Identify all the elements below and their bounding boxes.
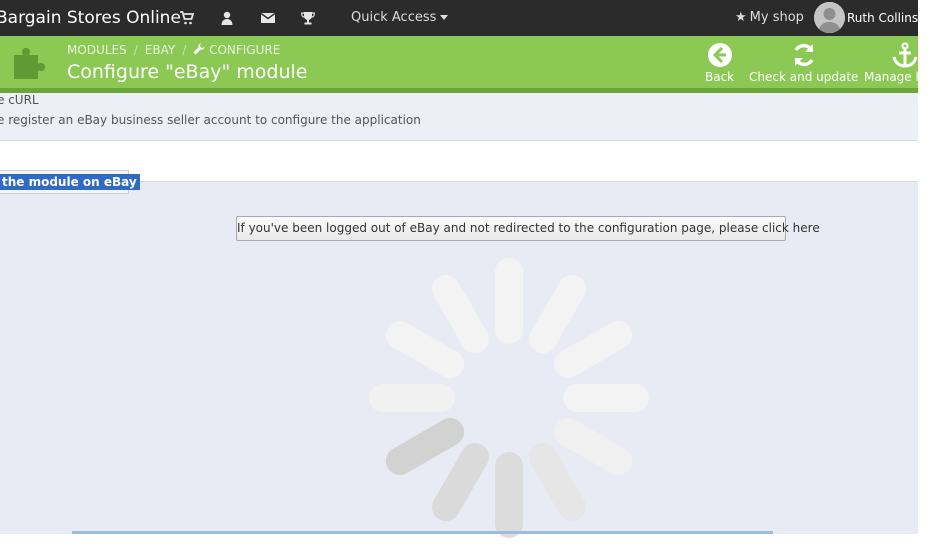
loading-spinner-icon (369, 258, 649, 538)
caret-down-icon (440, 15, 449, 20)
manage-hooks-button[interactable]: Manage h (864, 42, 918, 84)
check-and-update-label: Check and update (749, 70, 859, 84)
requirements-info: e cURL e register an eBay business selle… (0, 93, 918, 141)
back-button[interactable]: Back (705, 42, 734, 84)
window-edge (918, 0, 948, 534)
back-label: Back (705, 70, 735, 84)
envelope-icon[interactable] (261, 11, 275, 25)
quick-access-label: Quick Access (351, 10, 437, 25)
my-shop-link[interactable]: ★ My shop (735, 0, 804, 36)
star-icon: ★ (735, 10, 747, 25)
breadcrumb-modules[interactable]: MODULES (67, 43, 127, 57)
tab-register-module[interactable]: the module on eBay (0, 170, 140, 194)
my-shop-label: My shop (749, 10, 804, 25)
tab-label: the module on eBay (0, 174, 140, 190)
breadcrumb-separator: / (133, 43, 138, 57)
manage-hooks-label: Manage h (864, 70, 918, 84)
info-message: e register an eBay business seller accou… (0, 113, 421, 127)
cart-icon[interactable] (180, 11, 194, 25)
breadcrumb: MODULES / EBAY / CONFIGURE (67, 43, 280, 57)
spinner-segment (495, 258, 523, 344)
breadcrumb-ebay[interactable]: EBAY (145, 43, 175, 57)
breadcrumb-separator: / (182, 43, 187, 57)
breadcrumb-configure: CONFIGURE (209, 43, 281, 57)
trophy-icon[interactable] (301, 11, 315, 25)
redirect-configuration-button[interactable]: If you've been logged out of eBay and no… (236, 216, 820, 241)
check-and-update-button[interactable]: Check and update (749, 42, 858, 84)
puzzle-piece-icon (10, 41, 52, 83)
avatar[interactable] (814, 2, 845, 33)
refresh-icon (791, 42, 817, 68)
shop-name-link[interactable]: Bargain Stores Online (0, 0, 181, 36)
employee-name[interactable]: Ruth Collinson (847, 0, 918, 36)
wrench-icon (193, 43, 205, 57)
user-icon[interactable] (220, 11, 234, 25)
top-navbar: Bargain Stores Online Quick Access ★ My s… (0, 0, 918, 36)
spinner-segment (495, 452, 523, 538)
spinner-segment (563, 384, 649, 412)
anchor-icon (892, 42, 918, 68)
info-message: e cURL (0, 93, 39, 107)
arrow-left-circle-icon (707, 42, 733, 68)
page-toolbar: MODULES / EBAY / CONFIGURE Configure "eBay"… (0, 36, 918, 93)
spinner-segment (369, 384, 455, 412)
page-title: Configure "eBay" module (67, 61, 308, 83)
quick-access-dropdown[interactable]: Quick Access (351, 0, 449, 36)
